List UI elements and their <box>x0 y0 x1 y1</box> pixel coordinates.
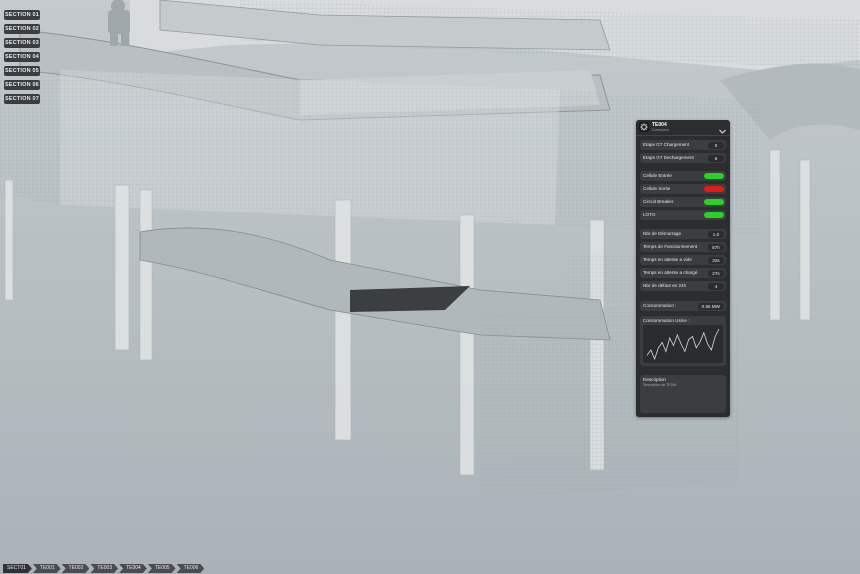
stat-label: Nbr de défaut en 24h <box>643 283 687 288</box>
stat-label: Nbr de Démarrage <box>643 231 682 236</box>
stat-row: Temps de Fonctionnement 87h <box>640 242 726 252</box>
stat-label: Temps en attente a chargé <box>643 270 698 275</box>
description-title: Description <box>643 377 666 382</box>
breadcrumb-item[interactable]: TE001 <box>33 564 61 573</box>
consumption-label: Consommation : <box>643 303 677 308</box>
stat-row: Nbr de défaut en 24h 4 <box>640 281 726 291</box>
status-indicator <box>704 199 724 205</box>
stat-row: Temps en attente a vide 32s <box>640 255 726 265</box>
stat-label: Temps en attente a vide <box>643 257 692 262</box>
stat-value: 32s <box>708 256 724 264</box>
breadcrumb: SECT01 TE001 TE002 TE003 TE004 TE005 TE0… <box>3 564 205 574</box>
status-label: Cellule Sortie <box>643 186 671 191</box>
stage-unload-row: Etape G7 Dechargement 6 <box>640 153 726 163</box>
status-label: Cellule Entrée <box>643 173 672 178</box>
status-indicator <box>704 186 724 192</box>
panel-subtitle: Convoyeur <box>652 128 669 132</box>
section-button[interactable]: SECTION 07 <box>4 94 40 104</box>
status-indicator <box>704 212 724 218</box>
stage-load-row: Etape G7 Chargement 0 <box>640 140 726 150</box>
breadcrumb-item[interactable]: TE005 <box>148 564 176 573</box>
description-box: Description Description de TE004 <box>640 375 726 413</box>
status-row: Cellule Entrée <box>640 171 726 181</box>
section-button[interactable]: SECTION 05 <box>4 66 40 76</box>
description-text: Description de TE004 <box>643 383 677 387</box>
status-row: Circuit Breaker <box>640 197 726 207</box>
breadcrumb-item[interactable]: TE006 <box>177 564 205 573</box>
stat-value: 4 <box>708 282 724 290</box>
status-row: LOTO <box>640 210 726 220</box>
stat-value: 1.0 <box>708 230 724 238</box>
section-button[interactable]: SECTION 03 <box>4 38 40 48</box>
panel-header: TE004 Convoyeur <box>636 120 730 136</box>
stage-load-label: Etape G7 Chargement <box>643 142 689 147</box>
gear-icon <box>639 122 649 132</box>
breadcrumb-item[interactable]: TE003 <box>90 564 118 573</box>
stat-row: Nbr de Démarrage 1.0 <box>640 229 726 239</box>
stat-value: 87h <box>708 243 724 251</box>
breadcrumb-item[interactable]: TE004 <box>119 564 147 573</box>
equipment-detail-panel: TE004 Convoyeur Etape G7 Chargement 0 Et… <box>636 120 730 417</box>
chevron-down-icon[interactable] <box>718 123 727 134</box>
status-label: Circuit Breaker <box>643 199 674 204</box>
usage-sparkline <box>643 325 723 363</box>
status-row: Cellule Sortie <box>640 184 726 194</box>
stage-unload-value: 6 <box>708 154 724 162</box>
usage-chart-title: Consommation Usine : <box>643 318 690 323</box>
usage-line <box>646 328 720 361</box>
status-label: LOTO <box>643 212 656 217</box>
section-button[interactable]: SECTION 04 <box>4 52 40 62</box>
breadcrumb-item[interactable]: SECT01 <box>3 564 32 573</box>
section-list: SECTION 01 SECTION 02 SECTION 03 SECTION… <box>4 10 40 108</box>
stat-value: 27s <box>708 269 724 277</box>
consumption-value: 0.55 MW <box>697 302 724 310</box>
consumption-row: Consommation : 0.55 MW <box>640 301 726 311</box>
stat-row: Temps en attente a chargé 27s <box>640 268 726 278</box>
stage-load-value: 0 <box>708 141 724 149</box>
stat-label: Temps de Fonctionnement <box>643 244 698 249</box>
breadcrumb-item[interactable]: TE002 <box>62 564 90 573</box>
status-indicator <box>704 173 724 179</box>
section-button[interactable]: SECTION 06 <box>4 80 40 90</box>
usage-chart-box: Consommation Usine : <box>640 316 726 366</box>
section-button[interactable]: SECTION 02 <box>4 24 40 34</box>
factory-3d-scene[interactable] <box>0 0 860 574</box>
section-button[interactable]: SECTION 01 <box>4 10 40 20</box>
stage-unload-label: Etape G7 Dechargement <box>643 155 694 160</box>
